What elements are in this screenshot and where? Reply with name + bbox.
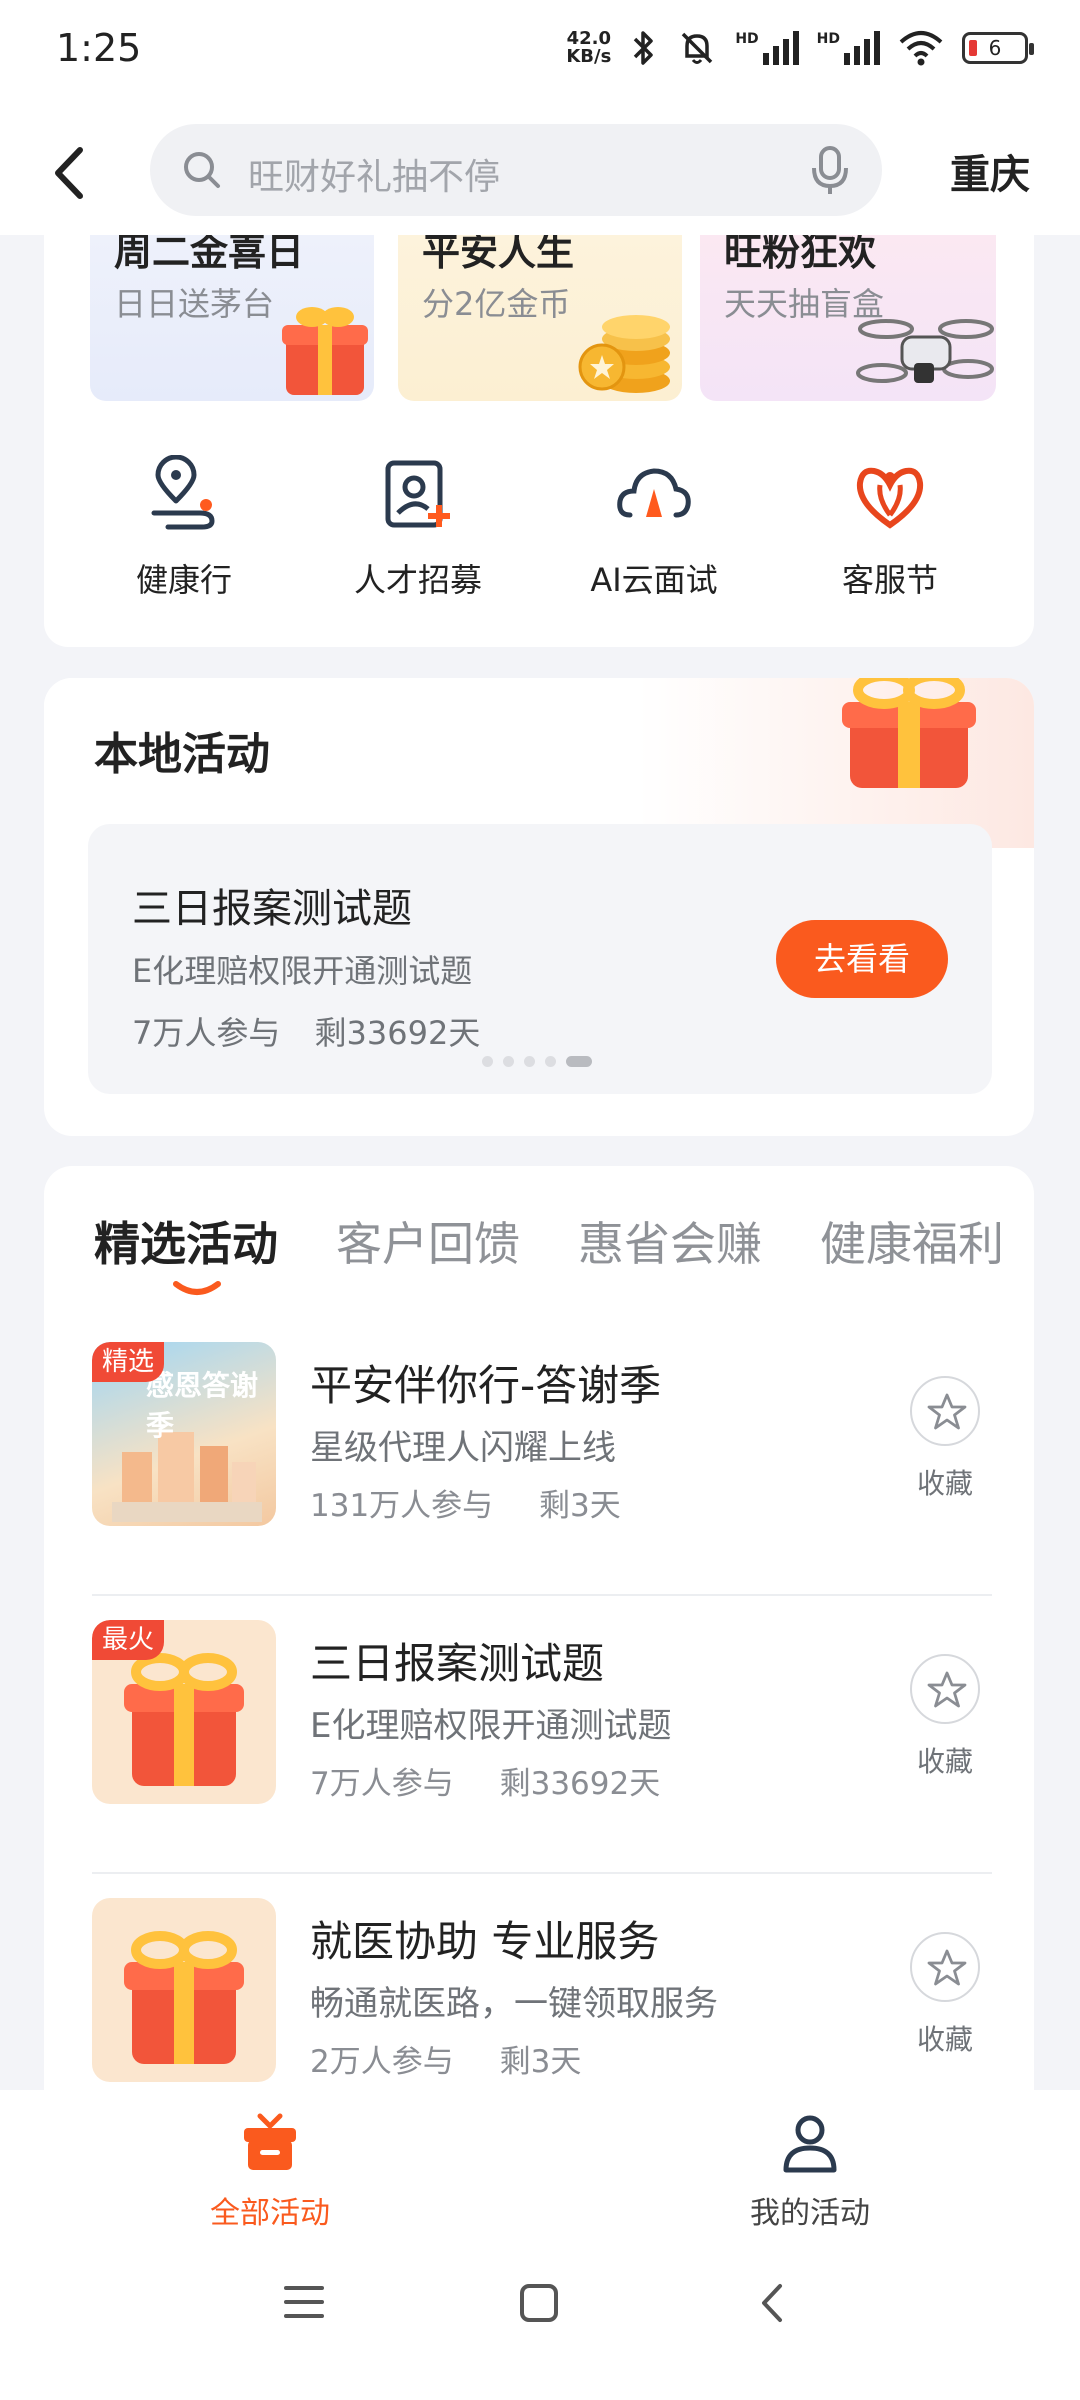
system-back-icon[interactable] bbox=[754, 2280, 790, 2326]
header: 旺财好礼抽不停 重庆 bbox=[0, 110, 1080, 235]
gift-box-icon bbox=[842, 678, 976, 788]
nav-all-activities[interactable]: 全部活动 bbox=[170, 2110, 370, 2232]
microphone-icon[interactable] bbox=[808, 144, 852, 196]
banner-1[interactable]: 周二金喜日 日日送茅台 bbox=[90, 235, 374, 401]
quick-link-health-walk[interactable]: 健康行 bbox=[84, 454, 284, 601]
bluetooth-icon bbox=[634, 31, 654, 65]
tab-customer-rewards[interactable]: 客户回馈 bbox=[336, 1208, 520, 1274]
location-route-icon bbox=[151, 454, 215, 530]
activity-meta: 7万人参与 剩33692天 bbox=[310, 1766, 661, 1802]
wifi-icon bbox=[899, 31, 943, 66]
local-activity-item[interactable]: 三日报案测试题 E化理赔权限开通测试题 7万人参与 剩33692天 去看看 bbox=[88, 824, 992, 1094]
network-speed: 42.0 KB/s bbox=[566, 28, 612, 67]
tab-save-and-earn[interactable]: 惠省会赚 bbox=[578, 1208, 762, 1274]
favorite-button[interactable] bbox=[910, 1376, 980, 1446]
banner-3[interactable]: 旺粉狂欢 天天抽盲盒 bbox=[700, 235, 996, 401]
pager-dot bbox=[482, 1056, 493, 1067]
quick-link-recruit[interactable]: 人才招募 bbox=[318, 455, 518, 601]
pager-dot-active bbox=[566, 1056, 592, 1067]
activity-title: 平安伴你行-答谢季 bbox=[310, 1361, 662, 1410]
gift-icon bbox=[244, 2113, 296, 2170]
search-icon bbox=[184, 152, 220, 188]
drone-icon bbox=[856, 319, 994, 383]
local-activities-title: 本地活动 bbox=[94, 729, 270, 780]
heart-flower-icon bbox=[856, 467, 924, 529]
bottom-nav: 全部活动 我的活动 bbox=[0, 2090, 1080, 2240]
favorite-label: 收藏 bbox=[916, 1467, 973, 1500]
carousel-pager bbox=[482, 1056, 592, 1067]
quick-link-ai-interview[interactable]: AI云面试 bbox=[554, 455, 754, 601]
gift-box-icon bbox=[124, 1653, 244, 1786]
favorite-label: 收藏 bbox=[916, 1745, 973, 1778]
system-nav-bar bbox=[0, 2240, 1080, 2400]
activity-title: 就医协助 专业服务 bbox=[310, 1917, 660, 1966]
status-bar: 1:25 42.0 KB/s HD HD 6 bbox=[0, 0, 1080, 110]
active-tab-indicator bbox=[173, 1281, 221, 1295]
recruit-icon bbox=[385, 460, 450, 528]
banner-2[interactable]: 平安人生 分2亿金币 bbox=[398, 235, 682, 401]
battery-icon: 6 bbox=[962, 32, 1034, 64]
local-activity-meta: 7万人参与 剩33692天 bbox=[132, 1014, 481, 1052]
activity-item[interactable]: 感恩答谢季 精选 平安伴你行-答谢季 星级代理人闪耀上线 131万人参与 剩3天… bbox=[92, 1318, 992, 1596]
favorite-button[interactable] bbox=[910, 1654, 980, 1724]
pager-dot bbox=[503, 1056, 514, 1067]
badge-featured: 精选 bbox=[92, 1342, 165, 1382]
mute-bell-icon bbox=[682, 32, 713, 64]
quick-link-service-festival[interactable]: 客服节 bbox=[790, 455, 990, 601]
tab-health-benefits[interactable]: 健康福利 bbox=[820, 1208, 1004, 1274]
activity-subtitle: 畅通就医路，一键领取服务 bbox=[310, 1984, 718, 2024]
badge-hot: 最火 bbox=[92, 1620, 165, 1660]
activity-meta: 131万人参与 剩3天 bbox=[310, 1488, 621, 1524]
status-icons: 42.0 KB/s HD HD 6 bbox=[566, 28, 1034, 68]
activity-meta: 2万人参与 剩3天 bbox=[310, 2044, 582, 2080]
cloud-icon bbox=[617, 468, 691, 518]
go-see-button[interactable]: 去看看 bbox=[776, 920, 948, 998]
status-time: 1:25 bbox=[56, 26, 142, 70]
home-icon[interactable] bbox=[518, 2282, 560, 2324]
thumbnail-caption: 感恩答谢季 bbox=[146, 1369, 259, 1442]
activity-thumbnail bbox=[92, 1898, 276, 2082]
menu-icon[interactable] bbox=[282, 2282, 326, 2322]
top-entry-card: 周二金喜日 日日送茅台 平安人生 分2亿金币 旺粉狂欢 天天抽盲盒 健康行 人才… bbox=[44, 235, 1034, 647]
gift-box-icon bbox=[282, 307, 368, 395]
signal-2-icon: HD bbox=[817, 31, 880, 65]
back-icon[interactable] bbox=[40, 138, 100, 208]
pager-dot bbox=[524, 1056, 535, 1067]
star-icon bbox=[927, 1393, 967, 1430]
local-activities-card: 本地活动 三日报案测试题 E化理赔权限开通测试题 7万人参与 剩33692天 去… bbox=[44, 678, 1034, 1136]
search-input[interactable]: 旺财好礼抽不停 bbox=[150, 124, 882, 216]
activity-tabs: 精选活动 客户回馈 惠省会赚 健康福利 bbox=[94, 1208, 1004, 1274]
favorite-button[interactable] bbox=[910, 1932, 980, 2002]
activity-title: 三日报案测试题 bbox=[310, 1639, 605, 1688]
activity-thumbnail: 最火 bbox=[92, 1620, 276, 1804]
favorite-label: 收藏 bbox=[916, 2023, 973, 2056]
pager-dot bbox=[545, 1056, 556, 1067]
city-selector[interactable]: 重庆 bbox=[950, 142, 1030, 200]
tab-featured[interactable]: 精选活动 bbox=[94, 1208, 278, 1274]
signal-1-icon: HD bbox=[735, 31, 799, 65]
star-icon bbox=[927, 1949, 967, 1986]
activity-item[interactable]: 最火 三日报案测试题 E化理赔权限开通测试题 7万人参与 剩33692天 收藏 bbox=[92, 1596, 992, 1874]
search-placeholder: 旺财好礼抽不停 bbox=[248, 157, 501, 198]
gift-box-icon bbox=[124, 1931, 244, 2064]
activity-thumbnail: 感恩答谢季 精选 bbox=[92, 1342, 276, 1526]
activity-subtitle: E化理赔权限开通测试题 bbox=[310, 1706, 672, 1746]
nav-my-activities[interactable]: 我的活动 bbox=[710, 2110, 910, 2232]
gold-coins-icon bbox=[578, 315, 670, 393]
star-icon bbox=[927, 1671, 967, 1708]
person-icon bbox=[783, 2115, 837, 2173]
activity-subtitle: 星级代理人闪耀上线 bbox=[310, 1428, 616, 1468]
